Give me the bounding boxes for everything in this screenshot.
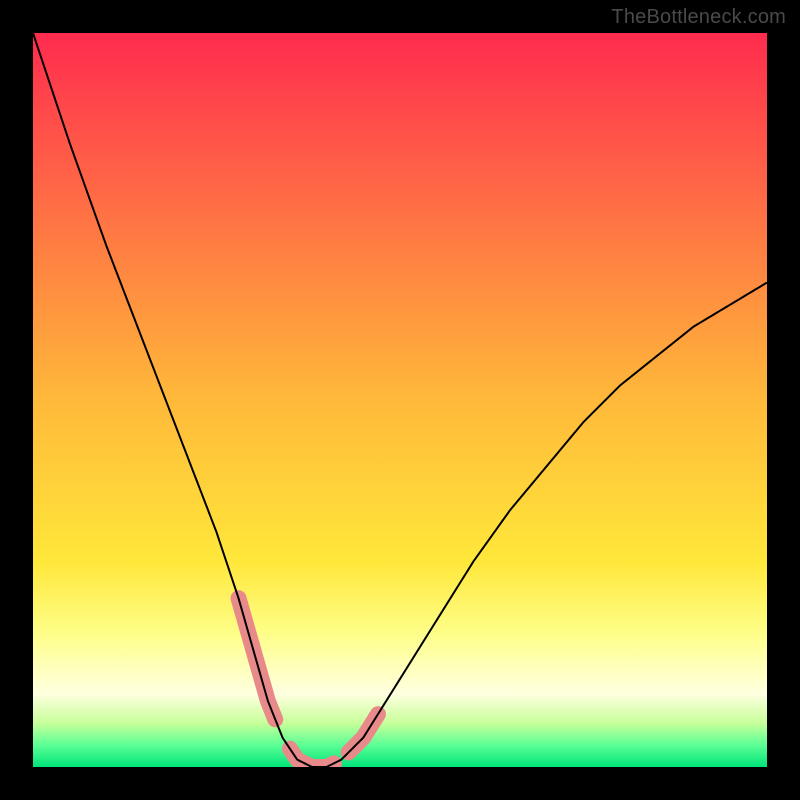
chart-frame: TheBottleneck.com: [0, 0, 800, 800]
plot-area: [33, 33, 767, 767]
bottleneck-curve-chart: [33, 33, 767, 767]
watermark-text: TheBottleneck.com: [611, 6, 786, 29]
gradient-background: [33, 33, 767, 767]
